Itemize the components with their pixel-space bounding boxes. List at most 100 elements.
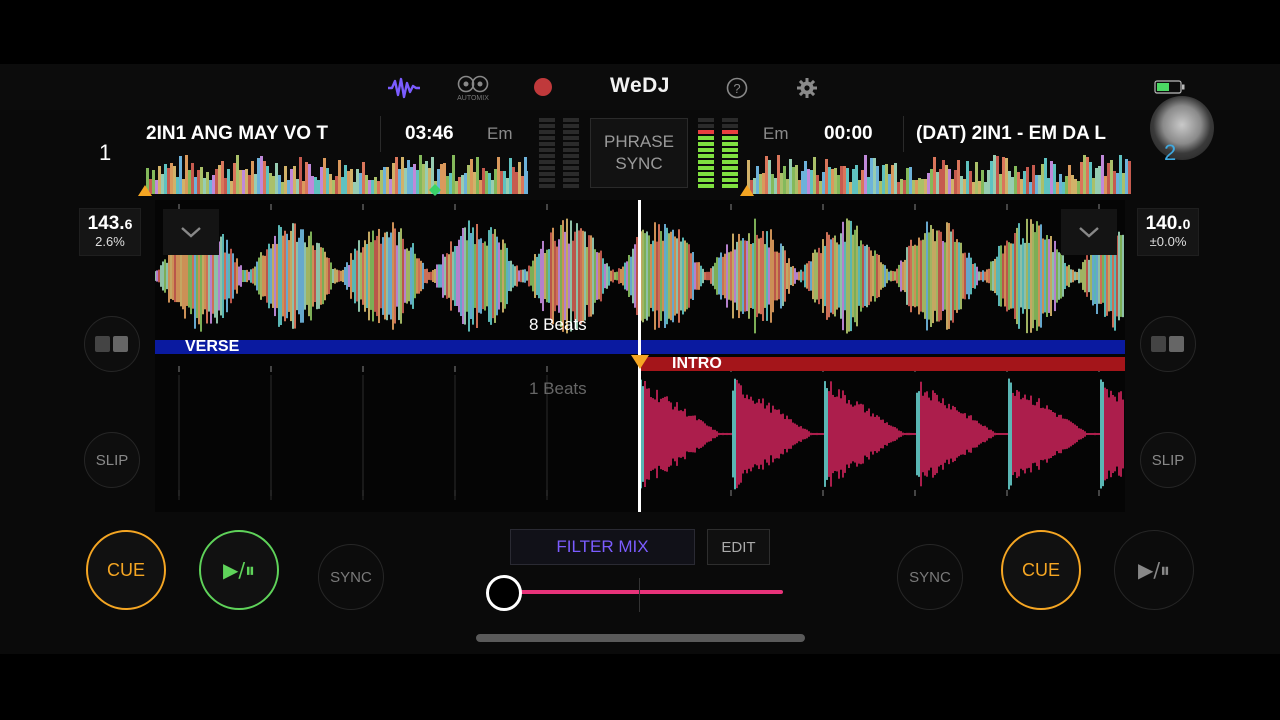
deck2-overview-waveform[interactable] xyxy=(747,154,1131,194)
deck2-level-meter xyxy=(698,118,740,188)
meter-segment xyxy=(563,184,579,188)
meter-segment xyxy=(698,172,714,176)
meter-segment xyxy=(698,154,714,158)
deck1-title-area[interactable]: 2IN1 ANG MAY VO T xyxy=(146,114,386,154)
chevron-down-icon xyxy=(1079,227,1099,238)
meter-segment xyxy=(563,136,579,140)
meter-segment xyxy=(539,130,555,134)
meter-segment xyxy=(722,154,738,158)
automix-button[interactable]: AUTOMIX xyxy=(454,72,492,104)
phrase-sync-line1: PHRASE xyxy=(604,132,674,151)
deck2-bpm-main: 140. xyxy=(1145,213,1183,234)
deck1-collapse-button[interactable] xyxy=(163,209,219,255)
meter-segment xyxy=(563,142,579,146)
crossfader-center-mark xyxy=(639,578,640,612)
deck1-section-bar-continued xyxy=(640,340,1125,354)
meter-segment xyxy=(722,178,738,182)
deck2-play-pause-button[interactable]: ▶/⏸ xyxy=(1114,530,1194,610)
meter-segment xyxy=(722,118,738,122)
meter-segment xyxy=(563,130,579,134)
deck2-cue-marker-icon xyxy=(740,183,754,201)
overview-bar xyxy=(527,171,528,194)
deck2-key: Em xyxy=(763,124,789,143)
meter-segment xyxy=(722,136,738,140)
deck1-beats-label: 8 Beats xyxy=(529,315,587,334)
waveform-display[interactable]: VERSE INTRO 8 Beats 1 Beats xyxy=(155,200,1125,512)
deck1-section-bar: VERSE xyxy=(155,338,640,355)
meter-segment xyxy=(722,130,738,134)
deck1-play-pause-button[interactable]: ▶/⏸ xyxy=(199,530,279,610)
record-button[interactable] xyxy=(533,77,553,97)
meter-segment xyxy=(539,178,555,182)
waveform-icon[interactable] xyxy=(386,74,422,102)
deck2-time-area: 00:00 xyxy=(824,114,886,154)
meter-segment xyxy=(722,184,738,188)
meter-segment xyxy=(563,166,579,170)
meter-segment xyxy=(698,136,714,140)
deck1-cue-marker-icon xyxy=(138,183,152,201)
gear-icon xyxy=(797,78,817,98)
divider xyxy=(380,116,381,152)
filter-mix-button[interactable]: FILTER MIX xyxy=(510,529,695,565)
deck2-tempo-display[interactable]: 140.0 ±0.0% xyxy=(1137,208,1199,256)
deck2-time: 00:00 xyxy=(824,123,873,144)
deck1-position-marker-icon xyxy=(429,183,441,201)
deck1-number: 1 xyxy=(99,140,112,165)
phrase-sync-button[interactable]: PHRASE SYNC xyxy=(590,118,688,188)
app-logo: WeDJ xyxy=(610,74,670,97)
meter-segment xyxy=(539,160,555,164)
deck2-pad-mode-button[interactable] xyxy=(1140,316,1196,372)
phrase-sync-line2: SYNC xyxy=(615,154,663,173)
meter-segment xyxy=(563,118,579,122)
meter-segment xyxy=(698,160,714,164)
meter-segment xyxy=(698,118,714,122)
jog-knob[interactable] xyxy=(1150,96,1214,160)
deck1-level-meter xyxy=(539,118,581,188)
pad-grid-icon xyxy=(95,336,128,352)
deck2-slip-button[interactable]: SLIP xyxy=(1140,432,1196,488)
meter-segment xyxy=(698,178,714,182)
home-indicator[interactable] xyxy=(476,634,805,642)
meter-segment xyxy=(698,124,714,128)
deck2-cue-button[interactable]: CUE xyxy=(1001,530,1081,610)
meter-segment xyxy=(698,142,714,146)
overview-bar xyxy=(1128,160,1131,194)
meter-segment xyxy=(722,166,738,170)
meter-segment xyxy=(539,148,555,152)
deck1-sync-button[interactable]: SYNC xyxy=(318,544,384,610)
deck1-time-area: 03:46 xyxy=(405,114,465,154)
deck2-section-label: INTRO xyxy=(672,355,722,372)
meter-segment xyxy=(539,154,555,158)
meter-segment xyxy=(563,124,579,128)
deck2-key-area: Em xyxy=(763,114,803,154)
battery-icon xyxy=(1154,80,1186,94)
deck1-bpm-decimal: 6 xyxy=(124,216,133,232)
meter-segment xyxy=(722,148,738,152)
crossfader-handle[interactable] xyxy=(486,575,522,611)
meter-segment xyxy=(563,154,579,158)
deck2-sync-button[interactable]: SYNC xyxy=(897,544,963,610)
automix-icon xyxy=(457,75,489,92)
deck1-section-label: VERSE xyxy=(185,338,240,355)
meter-segment xyxy=(722,172,738,176)
deck1-cue-button[interactable]: CUE xyxy=(86,530,166,610)
settings-button[interactable] xyxy=(796,77,818,99)
divider xyxy=(903,116,904,152)
meter-segment xyxy=(539,124,555,128)
meter-segment xyxy=(698,148,714,152)
help-button[interactable]: ? xyxy=(726,77,748,99)
deck2-pitch: ±0.0% xyxy=(1149,234,1187,249)
deck1-overview-waveform[interactable] xyxy=(146,154,528,194)
crossfader-track[interactable] xyxy=(503,590,783,594)
deck1-bpm-main: 143. xyxy=(87,213,125,234)
edit-button[interactable]: EDIT xyxy=(707,529,770,565)
deck1-key: Em xyxy=(487,124,513,143)
deck1-tempo-display[interactable]: 143.6 2.6% xyxy=(79,208,141,256)
deck2-collapse-button[interactable] xyxy=(1061,209,1117,255)
deck1-slip-button[interactable]: SLIP xyxy=(84,432,140,488)
deck1-pad-mode-button[interactable] xyxy=(84,316,140,372)
meter-segment xyxy=(539,184,555,188)
meter-segment xyxy=(539,142,555,146)
deck2-title-area[interactable]: (DAT) 2IN1 - EM DA L xyxy=(916,114,1130,154)
deck2-track-title: (DAT) 2IN1 - EM DA L xyxy=(916,123,1106,144)
